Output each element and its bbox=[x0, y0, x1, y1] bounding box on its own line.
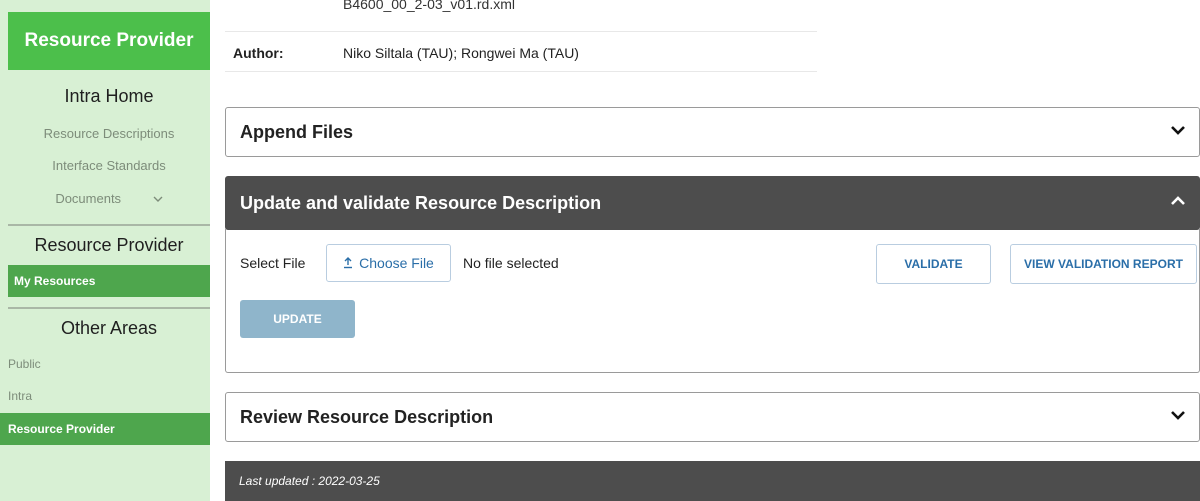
meta-filename: B4600_00_2-03_v01.rd.xml bbox=[343, 0, 516, 12]
meta-row-filename: B4600_00_2-03_v01.rd.xml bbox=[225, 0, 817, 32]
sidebar-divider bbox=[8, 224, 210, 226]
sidebar-item-public[interactable]: Public bbox=[0, 348, 210, 380]
sidebar-item-intra[interactable]: Intra bbox=[0, 380, 210, 412]
review-panel[interactable]: Review Resource Description bbox=[225, 392, 1200, 442]
sidebar-item-my-resources[interactable]: My Resources bbox=[8, 265, 210, 297]
resource-provider-title: Resource Provider bbox=[34, 235, 184, 255]
sidebar-link-interface-standards[interactable]: Interface Standards bbox=[8, 158, 210, 173]
intra-home-title[interactable]: Intra Home bbox=[8, 86, 210, 107]
append-files-title: Append Files bbox=[240, 121, 354, 142]
sidebar-item-resource-provider[interactable]: Resource Provider bbox=[0, 413, 210, 445]
update-form: Select File Choose File No file selected… bbox=[225, 228, 1200, 373]
sidebar: Resource Provider Intra Home Resource De… bbox=[0, 0, 210, 501]
other-areas-title: Other Areas bbox=[60, 318, 158, 338]
documents-label: Documents bbox=[55, 191, 122, 206]
chevron-up-icon bbox=[1171, 196, 1185, 205]
choose-file-label: Choose File bbox=[359, 255, 434, 271]
sidebar-link-resource-descriptions[interactable]: Resource Descriptions bbox=[8, 126, 210, 141]
review-header[interactable]: Review Resource Description bbox=[226, 393, 1199, 441]
chevron-down-icon bbox=[1171, 126, 1185, 135]
update-validate-title: Update and validate Resource Description bbox=[240, 192, 602, 213]
sidebar-divider bbox=[8, 307, 210, 309]
update-button[interactable]: UPDATE bbox=[240, 300, 355, 338]
choose-file-button[interactable]: Choose File bbox=[326, 244, 451, 282]
select-file-label: Select File bbox=[240, 255, 306, 271]
last-updated: Last updated : 2022-03-25 bbox=[239, 474, 380, 488]
validate-button[interactable]: VALIDATE bbox=[876, 244, 991, 284]
chevron-down-icon bbox=[1171, 411, 1185, 420]
view-validation-report-button[interactable]: VIEW VALIDATION REPORT bbox=[1010, 244, 1197, 284]
sidebar-link-documents[interactable]: Documents bbox=[8, 191, 210, 206]
update-validate-header[interactable]: Update and validate Resource Description bbox=[226, 177, 1199, 229]
append-files-panel[interactable]: Append Files bbox=[225, 107, 1200, 157]
sidebar-header: Resource Provider bbox=[8, 12, 210, 70]
author-label: Author: bbox=[233, 45, 284, 61]
chevron-down-icon bbox=[153, 192, 163, 206]
append-files-header[interactable]: Append Files bbox=[226, 108, 1199, 156]
no-file-status: No file selected bbox=[463, 255, 559, 271]
review-title: Review Resource Description bbox=[240, 406, 494, 427]
meta-row-author: Author: Niko Siltala (TAU); Rongwei Ma (… bbox=[225, 32, 817, 72]
author-value: Niko Siltala (TAU); Rongwei Ma (TAU) bbox=[343, 45, 579, 61]
update-validate-panel[interactable]: Update and validate Resource Description bbox=[225, 176, 1200, 230]
footer: Last updated : 2022-03-25 bbox=[225, 461, 1200, 501]
upload-icon bbox=[344, 257, 353, 269]
